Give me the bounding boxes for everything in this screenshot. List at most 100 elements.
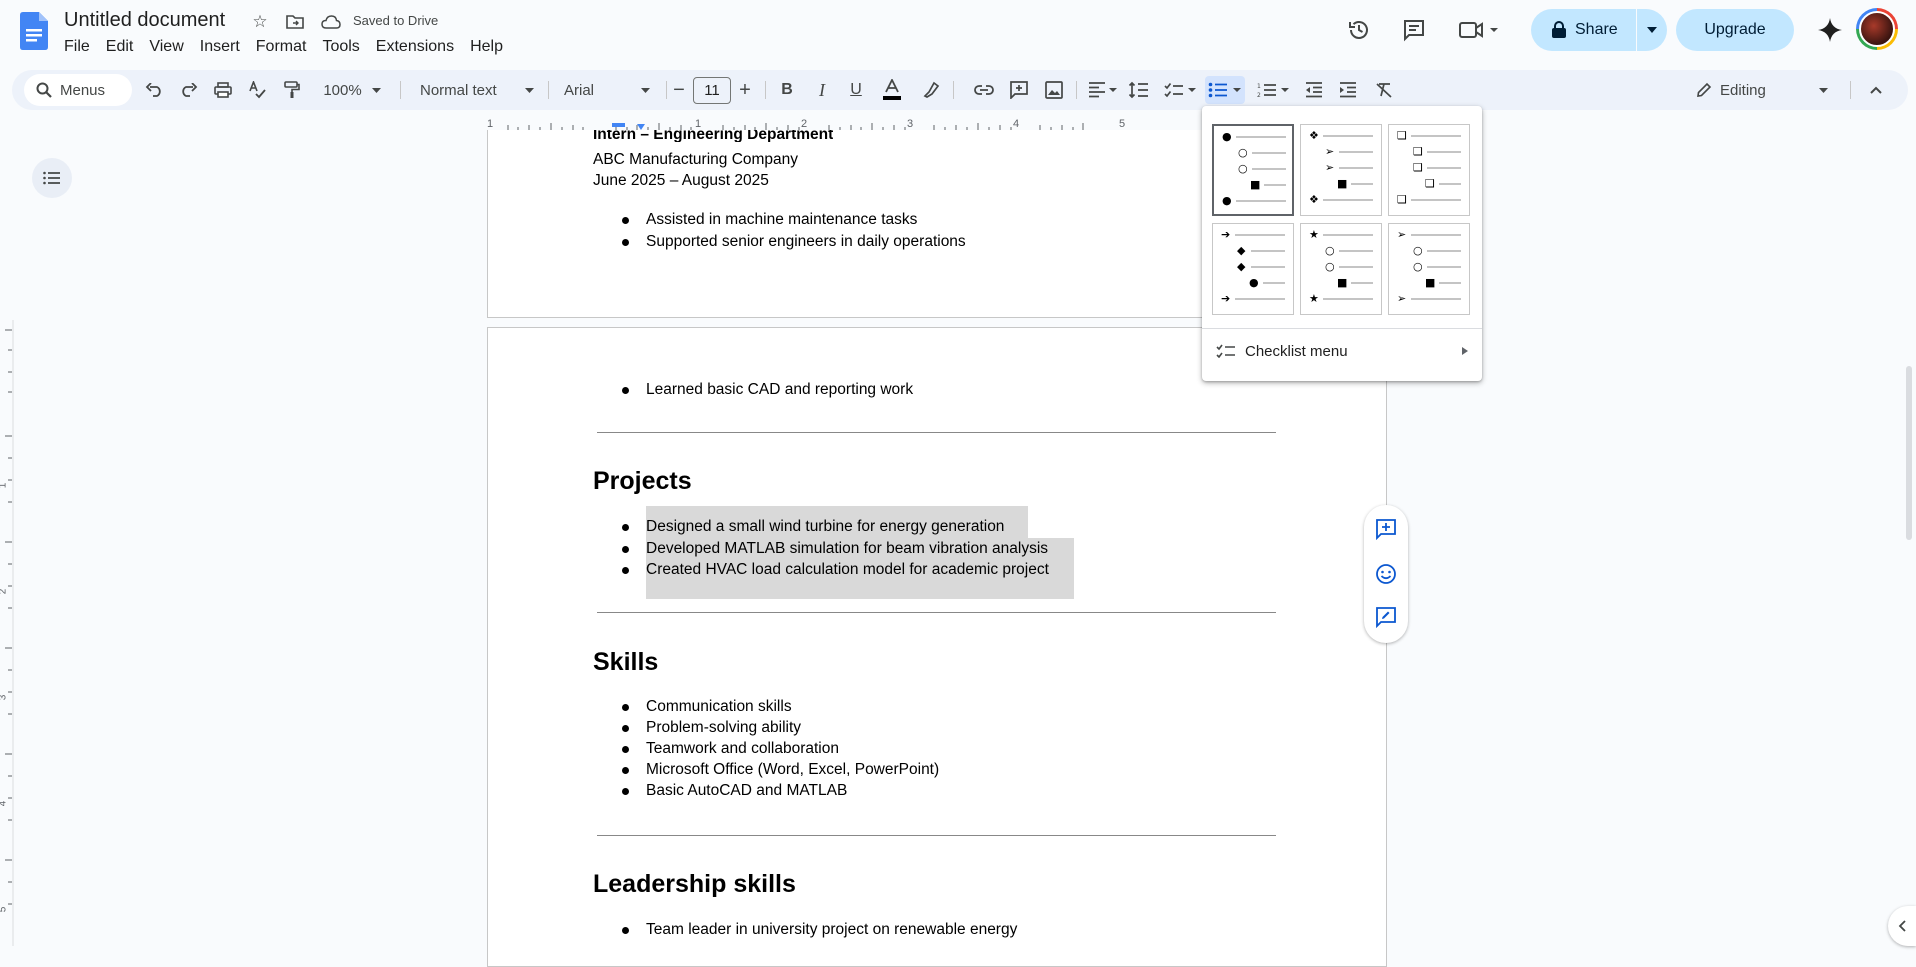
preview-line [1427,167,1461,169]
bulleted-list-icon [1208,82,1227,98]
emoji-reaction-icon[interactable] [1372,560,1400,588]
job-dates: June 2025 – August 2025 [593,172,769,189]
cloud-saved-icon[interactable] [320,11,342,33]
saved-status: Saved to Drive [353,13,439,28]
print-icon[interactable] [211,76,235,104]
checklist-select[interactable] [1159,76,1201,104]
ruler-label-2: 2 [801,118,808,130]
paint-format-icon[interactable] [280,76,304,104]
bullet-glyph: ➢ [1397,292,1407,305]
font-size-input[interactable]: 11 [693,77,731,104]
share-dropdown-icon[interactable] [1637,27,1667,33]
upgrade-button[interactable]: Upgrade [1676,9,1794,51]
svg-text:2: 2 [1257,92,1261,98]
docs-logo-icon[interactable] [20,12,48,50]
decrease-font-size-icon[interactable]: − [669,76,689,104]
preview-line [1251,266,1285,268]
increase-indent-icon[interactable] [1336,76,1360,104]
meet-icon[interactable] [1455,12,1505,48]
numbered-list-icon: 12 [1257,83,1276,98]
italic-icon[interactable]: I [810,76,834,104]
menu-format[interactable]: Format [248,36,315,58]
chevron-down-icon [1233,88,1241,92]
redo-icon[interactable] [177,76,201,104]
bullet-glyph: ■ [1337,177,1348,190]
hide-menus-chevron-up-icon[interactable] [1864,76,1888,104]
checklist-menu-label: Checklist menu [1245,342,1348,360]
menu-file[interactable]: File [56,36,98,58]
list-item: Created HVAC load calculation model for … [646,561,1049,578]
menus-search[interactable]: Menus [24,74,132,106]
font-select[interactable]: Arial [556,76,658,104]
bullet-glyph: ★ [1309,228,1319,241]
add-comment-icon[interactable] [1372,515,1400,543]
job-title: Intern – Engineering Department [593,130,834,142]
company-name: ABC Manufacturing Company [593,151,799,168]
gemini-icon[interactable] [1812,12,1848,48]
outline-list-icon [43,171,60,185]
move-folder-icon[interactable] [284,11,306,33]
decrease-indent-icon[interactable] [1302,76,1326,104]
bullet-glyph: ○ [1413,260,1423,273]
checklist-icon [1216,344,1235,358]
avatar[interactable] [1856,8,1898,50]
bullet-preset-3[interactable]: ❑ ❑ ❑ ❑ ❑ [1388,124,1470,216]
underline-icon[interactable]: U [844,76,868,104]
checklist-menu-item[interactable]: Checklist menu [1202,335,1482,367]
menu-tools[interactable]: Tools [314,36,367,58]
bullet-style-menu: ● ○ ○ ■ ● ❖ ➢ ➢ ■ ❖ ❑ ❑ ❑ ❑ ❑ ➔ ◆ ◆ ● ➔ ★ ○ ○ ■ ★ ➢ ○ ○ ■ ➢ Checklist… [1202,106,1482,381]
vruler-label-2: 2 [0,589,8,595]
lock-icon [1552,21,1566,38]
style-select[interactable]: Normal text [414,76,540,104]
text-color-icon[interactable] [880,76,904,104]
preview-line [1351,183,1373,185]
bullet-glyph: ❖ [1309,193,1319,206]
share-label: Share [1575,21,1618,38]
share-button[interactable]: Share [1531,9,1637,51]
menu-view[interactable]: View [141,36,191,58]
menu-help[interactable]: Help [462,36,511,58]
comments-icon[interactable] [1396,12,1432,48]
insert-link-icon[interactable] [972,76,996,104]
search-icon [36,82,52,98]
editing-mode-select[interactable]: Editing [1688,76,1836,104]
side-actions-panel [1364,505,1408,643]
svg-text:1: 1 [1257,83,1261,90]
explore-chevron-left-icon[interactable] [1888,906,1916,946]
bullet-glyph: ❑ [1413,145,1423,158]
bullet-preset-5[interactable]: ★ ○ ○ ■ ★ [1300,223,1382,315]
numbered-list-select[interactable]: 12 [1252,76,1294,104]
spellcheck-icon[interactable] [245,76,269,104]
document-outline-button[interactable] [32,158,72,198]
checklist-icon [1164,82,1183,98]
increase-font-size-icon[interactable]: + [735,76,755,104]
bulleted-list-button[interactable] [1205,76,1245,104]
bullet-preset-1[interactable]: ● ○ ○ ■ ● [1212,124,1294,216]
bullet-preset-6[interactable]: ➢ ○ ○ ■ ➢ [1388,223,1470,315]
ruler-label-3: 3 [907,118,914,130]
menu-edit[interactable]: Edit [98,36,142,58]
highlight-color-icon[interactable] [919,76,943,104]
star-icon[interactable]: ☆ [249,11,271,33]
insert-image-icon[interactable] [1042,76,1066,104]
menu-insert[interactable]: Insert [192,36,248,58]
bullet-preset-2[interactable]: ❖ ➢ ➢ ■ ❖ [1300,124,1382,216]
undo-icon[interactable] [142,76,166,104]
line-spacing-icon[interactable] [1127,76,1151,104]
zoom-select[interactable]: 100% [316,76,388,104]
version-history-icon[interactable] [1341,12,1377,48]
toolbar: Menus 100% Normal text Arial − 11 + B I … [12,70,1908,110]
align-select[interactable] [1084,76,1120,104]
style-value: Normal text [420,81,497,99]
list-item: Microsoft Office (Word, Excel, PowerPoin… [646,761,940,778]
document-title[interactable]: Untitled document [64,9,225,32]
vertical-ruler[interactable]: 1 2 3 4 5 [0,320,14,946]
preview-line [1427,151,1461,153]
clear-formatting-icon[interactable] [1372,76,1396,104]
suggest-edits-icon[interactable] [1372,603,1400,631]
menu-extensions[interactable]: Extensions [368,36,462,58]
scrollbar[interactable] [1906,366,1912,540]
bold-icon[interactable]: B [775,76,799,104]
bullet-preset-4[interactable]: ➔ ◆ ◆ ● ➔ [1212,223,1294,315]
add-comment-icon[interactable] [1007,76,1031,104]
